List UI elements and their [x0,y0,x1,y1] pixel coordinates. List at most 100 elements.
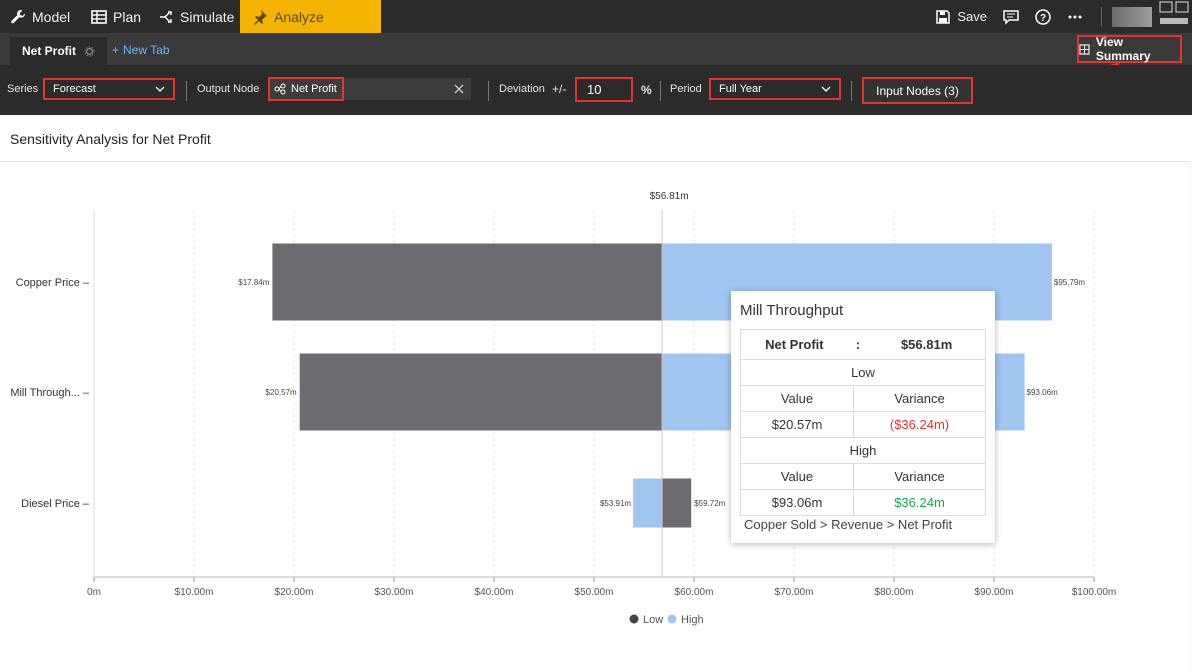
x-tick-label: $60.00m [675,587,714,598]
plus-icon: + [112,43,120,57]
nav-simulate-label: Simulate [180,8,235,25]
output-node-value: Net Profit [291,83,337,95]
output-node-chip[interactable]: Net Profit [268,77,344,101]
more-button[interactable] [1067,9,1083,25]
legend-low-label: Low [643,614,663,626]
toolbar-right: Save ? [935,0,1192,33]
bar-low-label: $59.72m [694,499,725,508]
tooltip-value-header: Value [740,463,854,490]
toolbar-divider [1101,6,1102,27]
table-icon [91,9,107,24]
bar-high-label: $95.79m [1054,278,1085,287]
period-label: Period [670,83,702,95]
legend-low-marker [629,614,639,624]
bar-high-label: $93.06m [1027,388,1058,397]
branch-icon [160,10,172,23]
legend-high-marker [667,614,677,624]
svg-text:?: ? [1040,13,1046,24]
chevron-down-icon [155,86,165,92]
bar-low [272,243,663,321]
help-icon: ? [1035,8,1051,25]
expand-icon[interactable] [1156,0,1192,33]
tooltip-high-value: $93.06m [740,489,854,516]
deviation-value: 10 [587,82,602,97]
bar-low-label: $17.84m [238,278,269,287]
gear-icon[interactable] [84,45,95,57]
wrench-icon [11,9,26,23]
x-tick-label: $40.00m [475,587,514,598]
view-summary-label: View Summary [1095,35,1151,63]
tooltip-high-header: High [740,437,986,464]
node-link-icon [274,83,286,95]
bar-low [662,478,692,528]
deviation-label: Deviation [499,83,545,95]
help-button[interactable]: ? [1035,8,1051,25]
view-summary-button[interactable]: View Summary [1077,35,1182,63]
nav-plan[interactable]: Plan [91,0,141,33]
tooltip-low-value: $20.57m [740,411,854,438]
separator [186,81,187,101]
input-nodes-label: Input Nodes (3) [876,83,959,98]
nav-analyze-label: Analyze [274,8,324,25]
separator [851,81,852,101]
save-label: Save [957,9,987,24]
save-button[interactable]: Save [935,9,987,25]
bar-high [633,478,663,528]
nav-analyze[interactable]: Analyze [240,0,381,33]
top-nav: Model Plan Simulate Analyze Save ? [0,0,1192,33]
period-value: Full Year [719,83,762,95]
nav-simulate[interactable]: Simulate [158,0,234,33]
tooltip-low-header: Low [740,359,986,386]
new-tab-button[interactable]: + New Tab [112,43,170,57]
deviation-input[interactable]: 10 [575,77,633,102]
tab-net-profit[interactable]: Net Profit [10,37,107,65]
series-select[interactable]: Forecast [43,78,175,100]
bar-low [299,353,663,431]
x-tick-label: $30.00m [375,587,414,598]
nav-model-label: Model [32,8,71,25]
tooltip-variance-header: Variance [853,385,986,412]
comment-button[interactable] [1003,9,1019,25]
tooltip-output-name: Net Profit [765,337,824,352]
separator [488,81,489,101]
controls-bar: Series Forecast Output Node Net Profit D… [0,65,1192,115]
avatar[interactable] [1112,6,1152,27]
close-icon[interactable] [454,84,464,94]
x-tick-label: $90.00m [975,587,1014,598]
plus-minus-label: +/- [552,82,567,96]
tab-net-profit-label: Net Profit [22,44,76,58]
x-tick-label: $80.00m [875,587,914,598]
tooltip-title: Mill Throughput [740,302,844,319]
comment-icon [1003,9,1019,25]
separator [660,81,661,101]
series-label: Series [7,83,39,95]
period-select[interactable]: Full Year [709,78,841,100]
tooltip-high-variance: $36.24m [853,489,986,516]
y-tick-label: Mill Through... – [10,387,90,399]
percent-label: % [641,83,652,97]
tooltip-colon: : [855,337,861,352]
x-tick-label: $10.00m [175,587,214,598]
page-title: Sensitivity Analysis for Net Profit [10,131,211,147]
save-icon [936,9,951,24]
tooltip-variance-header: Variance [853,463,986,490]
legend-high-label: High [681,614,704,626]
tooltip-path: Copper Sold > Revenue > Net Profit [744,517,953,532]
output-node-label: Output Node [197,83,260,95]
bar-high-label: $53.91m [600,499,631,508]
tooltip-output-value: $56.81m [900,337,953,352]
y-tick-label: Diesel Price – [21,498,90,510]
tornado-chart: 0m $10.00m $20.00m $30.00m $40.00m $50.00m $60… [10,191,1116,626]
tooltip-table: Net Profit : $56.81m Low Value Variance … [740,329,986,516]
tooltip-low-variance: ($36.24m) [853,411,986,438]
tooltip-output-row: Net Profit : $56.81m [740,329,986,360]
window-controls [1156,0,1192,33]
y-tick-label: Copper Price – [16,277,90,289]
input-nodes-button[interactable]: Input Nodes (3) [862,77,973,104]
new-tab-label: New Tab [123,43,170,57]
nav-model[interactable]: Model [10,0,70,33]
more-icon [1068,15,1082,18]
x-tick-label: $50.00m [575,587,614,598]
tab-bar: Net Profit + New Tab View Summary [0,33,1192,65]
x-tick-label: $70.00m [775,587,814,598]
